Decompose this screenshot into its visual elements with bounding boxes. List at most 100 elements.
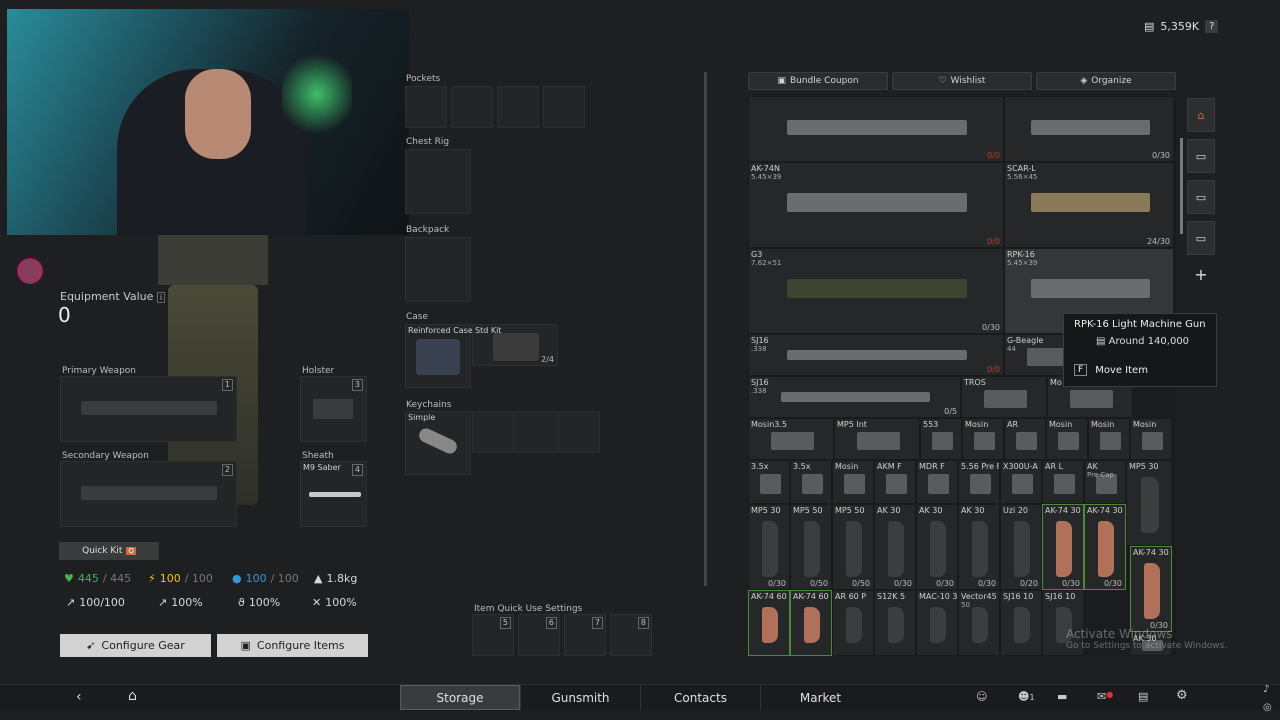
storage-item[interactable]: Mosin [962, 418, 1004, 460]
storage-item[interactable]: AK 30 0/30 [874, 504, 916, 590]
storage-item[interactable]: AK-74 30 0/30 [1084, 504, 1126, 590]
sheath-slot[interactable]: M9 Saber 4 [300, 461, 367, 527]
case-label: Case [406, 312, 429, 322]
std-kit-slot[interactable]: Std Kit 2/4 [472, 324, 558, 366]
storage-item[interactable]: AK-74N 5.45×39 0/0 [748, 162, 1004, 248]
pocket-slot-1[interactable] [405, 86, 447, 128]
configure-items-button[interactable]: ▣ Configure Items [217, 634, 368, 657]
storage-tab-2[interactable]: ▭ [1187, 139, 1215, 173]
storage-item[interactable]: MP5 30 0/30 [748, 504, 790, 590]
storage-item[interactable]: AK-74 60 [748, 590, 790, 656]
configure-gear-button[interactable]: ➹ Configure Gear [60, 634, 211, 657]
storage-item[interactable]: SCAR-L 5.56×45 24/30 [1004, 162, 1174, 248]
storage-item[interactable]: Mosin [1130, 418, 1172, 460]
attachment-icon [1011, 474, 1033, 494]
player-avatar[interactable] [17, 258, 43, 284]
storage-item[interactable]: AR L [1042, 460, 1084, 504]
storage-item[interactable]: AK 30 0/30 [916, 504, 958, 590]
add-storage-tab[interactable]: + [1187, 257, 1215, 291]
mail-button[interactable]: ✉● [1097, 690, 1113, 703]
storage-item[interactable]: SJ16.338 0/5 [748, 376, 961, 418]
pocket-slot-2[interactable] [451, 86, 493, 128]
storage-item[interactable]: 0/30 [1004, 96, 1174, 162]
storage-item[interactable]: TROS [961, 376, 1047, 418]
item-name: AR [1007, 420, 1019, 429]
move-item-action[interactable]: F Move Item [1074, 364, 1148, 376]
quick-use-slot-8[interactable]: 8 [610, 614, 652, 656]
storage-item[interactable]: AKM F [874, 460, 916, 504]
storage-item[interactable]: AK-74 60 [790, 590, 832, 656]
quick-use-slot-6[interactable]: 6 [518, 614, 560, 656]
item-caliber: 5.45×39 [751, 173, 782, 181]
storage-item[interactable]: AK-74 30 0/30 [1042, 504, 1084, 590]
home-button[interactable]: ⌂ [128, 688, 137, 704]
holster-slot[interactable]: 3 [300, 376, 367, 442]
storage-item[interactable]: MDR F [916, 460, 958, 504]
chest-rig-slot[interactable] [405, 149, 471, 214]
storage-home-tab[interactable]: ⌂ [1187, 98, 1215, 132]
storage-item[interactable]: G3 7.62×51 0/30 [748, 248, 1004, 334]
pocket-slot-3[interactable] [497, 86, 539, 128]
storage-item[interactable]: Mosin3.5 [748, 418, 834, 460]
storage-item[interactable]: Mosin [1088, 418, 1130, 460]
tab-market[interactable]: Market [760, 685, 880, 710]
storage-tab-3[interactable]: ▭ [1187, 180, 1215, 214]
tab-gunsmith[interactable]: Gunsmith [520, 685, 640, 710]
secondary-weapon-slot[interactable]: 2 [60, 461, 237, 527]
keychain-slot-4[interactable] [558, 411, 600, 453]
storage-item[interactable]: X300U-A [1000, 460, 1042, 504]
storage-item[interactable]: AK-74 30 0/30 [1130, 546, 1172, 632]
backpack-slot[interactable] [405, 237, 471, 302]
chat-button[interactable]: ▬ [1057, 690, 1067, 703]
storage-item[interactable]: MP5 Int [834, 418, 920, 460]
item-name: MP5 50 [793, 506, 823, 515]
organize-button[interactable]: ◈ Organize [1036, 72, 1176, 90]
storage-item[interactable]: Mosin [1046, 418, 1088, 460]
crate-icon-3: ▭ [1195, 231, 1207, 245]
storage-item[interactable]: Uzi 20 0/20 [1000, 504, 1042, 590]
quick-use-slot-5[interactable]: 5 [472, 614, 514, 656]
keychain-slot-3[interactable] [515, 411, 557, 453]
storage-item[interactable]: 553 [920, 418, 962, 460]
help-button[interactable]: ? [1205, 20, 1219, 33]
party-button[interactable]: ☻1 [1018, 690, 1035, 703]
tasks-button[interactable]: ▤ [1138, 690, 1148, 703]
storage-item[interactable]: MP5 50 0/50 [790, 504, 832, 590]
back-button[interactable]: ‹ [76, 689, 82, 705]
storage-item[interactable]: S12K 5 [874, 590, 916, 656]
storage-item[interactable]: MP5 30 [1126, 460, 1172, 546]
quick-use-slot-7[interactable]: 7 [564, 614, 606, 656]
storage-item[interactable]: MP5 50 0/50 [832, 504, 874, 590]
storage-item[interactable]: 5.56 Pre F [958, 460, 1000, 504]
storage-item[interactable]: AR [1004, 418, 1046, 460]
tab-storage[interactable]: Storage [400, 685, 520, 710]
quick-kit-badge-icon: Q [126, 547, 136, 555]
storage-item[interactable]: SJ16.338 0/0 [748, 334, 1004, 376]
storage-item[interactable]: 0/0 [748, 96, 1004, 162]
bundle-coupon-button[interactable]: ▣ Bundle Coupon [748, 72, 888, 90]
storage-item[interactable]: AR 60 P [832, 590, 874, 656]
case-slot[interactable]: Reinforced Case [405, 324, 473, 388]
storage-item[interactable]: Mosin [832, 460, 874, 504]
storage-item[interactable]: AK 30 0/30 [958, 504, 1000, 590]
wishlist-button[interactable]: ♡ Wishlist [892, 72, 1032, 90]
storage-tab-4[interactable]: ▭ [1187, 221, 1215, 255]
friends-button[interactable]: ☺ [976, 690, 987, 703]
storage-item[interactable]: MAC-10 30 [916, 590, 958, 656]
settings-button[interactable]: ⚙ [1176, 688, 1188, 703]
tab-contacts[interactable]: Contacts [640, 685, 760, 710]
keychain-slot[interactable]: Simple [405, 411, 471, 475]
quick-kit-button[interactable]: Quick Kit Q [59, 542, 159, 560]
storage-item[interactable]: SJ16 10 [1000, 590, 1042, 656]
storage-item[interactable]: 3.5x [748, 460, 790, 504]
storage-item[interactable]: 3.5x [790, 460, 832, 504]
storage-item[interactable]: Vector45 50 [958, 590, 1000, 656]
pocket-slot-4[interactable] [543, 86, 585, 128]
storage-item[interactable]: AK Pre Cap [1084, 460, 1126, 504]
storage-scrollbar[interactable] [1180, 138, 1183, 234]
mail-icon: ✉ [1097, 690, 1107, 703]
keychain-slot-2[interactable] [472, 411, 514, 453]
item-name: MP5 Int [837, 420, 867, 429]
primary-weapon-slot[interactable]: 1 [60, 376, 237, 442]
weight-stat: ▲ 1.8kg [314, 572, 358, 585]
